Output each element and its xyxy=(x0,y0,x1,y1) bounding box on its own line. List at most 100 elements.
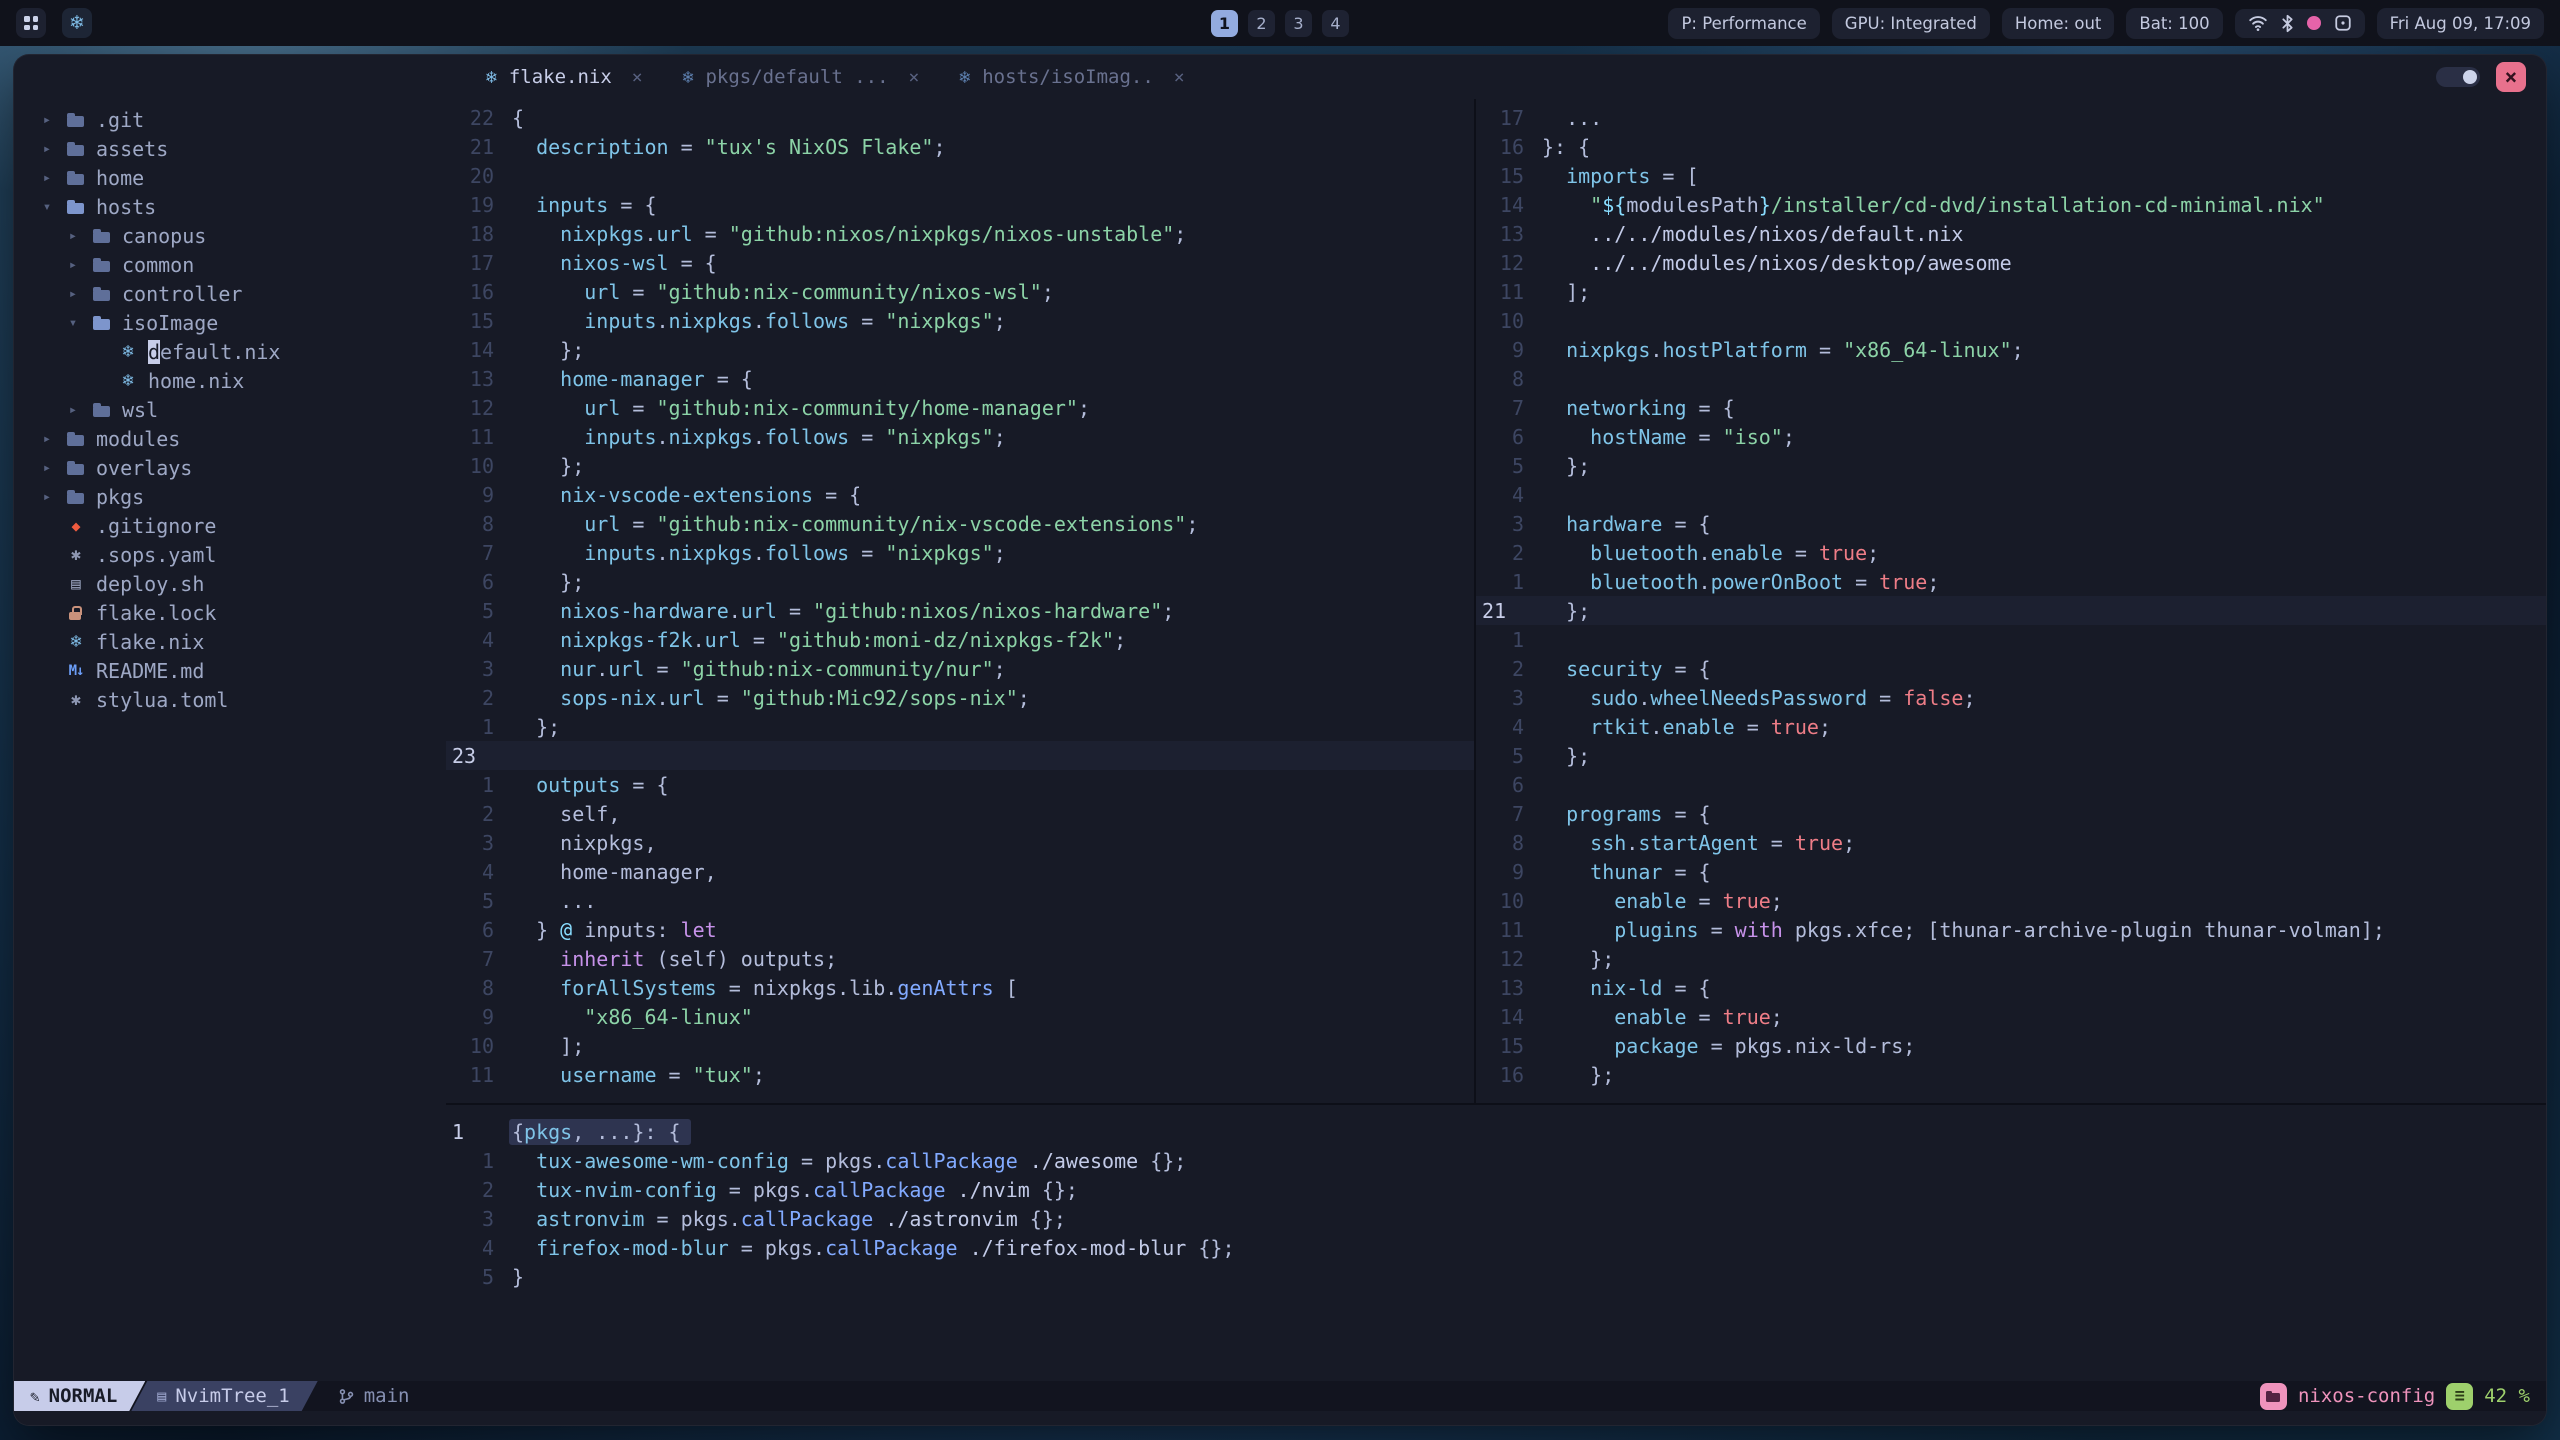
tree-item-deploy-sh[interactable]: ▤ deploy.sh xyxy=(14,569,446,598)
code-line[interactable]: 13 nix-ld = { xyxy=(1476,973,2546,1002)
editor-flake-nix[interactable]: 22{21 description = "tux's NixOS Flake";… xyxy=(446,99,1474,1103)
code-line[interactable]: 2 bluetooth.enable = true; xyxy=(1476,538,2546,567)
code-line[interactable]: 1 }; xyxy=(446,712,1474,741)
tab-pkgs-default-[interactable]: ❄ pkgs/default ... × xyxy=(663,55,940,99)
tree-item-isoImage[interactable]: ▾ isoImage xyxy=(14,308,446,337)
tree-item-modules[interactable]: ▸ modules xyxy=(14,424,446,453)
code-line[interactable]: 5 }; xyxy=(1476,741,2546,770)
code-line[interactable]: 14 "${modulesPath}/installer/cd-dvd/inst… xyxy=(1476,190,2546,219)
gpu-status[interactable]: GPU: Integrated xyxy=(1831,7,1990,39)
code-line[interactable]: 13 home-manager = { xyxy=(446,364,1474,393)
tree-item-home-nix[interactable]: ❄ home.nix xyxy=(14,366,446,395)
tree-item--gitignore[interactable]: ◆ .gitignore xyxy=(14,511,446,540)
tree-item-controller[interactable]: ▸ controller xyxy=(14,279,446,308)
editor-pkgs-default-nix[interactable]: 1 {pkgs, ...}: {1 tux-awesome-wm-config =… xyxy=(446,1105,2546,1381)
code-line[interactable]: 3 sudo.wheelNeedsPassword = false; xyxy=(1476,683,2546,712)
code-line[interactable]: 3 nur.url = "github:nix-community/nur"; xyxy=(446,654,1474,683)
clock[interactable]: Fri Aug 09, 17:09 xyxy=(2376,7,2544,39)
code-line[interactable]: 4 firefox-mod-blur = pkgs.callPackage ./… xyxy=(446,1233,2546,1262)
code-line[interactable]: 16 }; xyxy=(1476,1060,2546,1089)
workspace-button-4[interactable]: 4 xyxy=(1322,9,1349,37)
code-line[interactable]: 19 inputs = { xyxy=(446,190,1474,219)
code-line[interactable]: 10 enable = true; xyxy=(1476,886,2546,915)
tab-close-icon[interactable]: × xyxy=(632,67,643,88)
code-line[interactable]: 22 { xyxy=(446,103,1474,132)
tree-item-assets[interactable]: ▸ assets xyxy=(14,134,446,163)
toggle-switch[interactable] xyxy=(2436,67,2480,87)
tree-item-flake-lock[interactable]: flake.lock xyxy=(14,598,446,627)
code-line[interactable]: 9 "x86_64-linux" xyxy=(446,1002,1474,1031)
code-line[interactable]: 15 imports = [ xyxy=(1476,161,2546,190)
code-line[interactable]: 4 home-manager, xyxy=(446,857,1474,886)
code-line[interactable]: 3 hardware = { xyxy=(1476,509,2546,538)
code-line[interactable]: 6 xyxy=(1476,770,2546,799)
code-line[interactable]: 23 xyxy=(446,741,1474,770)
code-line[interactable]: 3 astronvim = pkgs.callPackage ./astronv… xyxy=(446,1204,2546,1233)
tree-item-home[interactable]: ▸ home xyxy=(14,163,446,192)
code-line[interactable]: 1 {pkgs, ...}: { xyxy=(446,1117,2546,1146)
tree-item-canopus[interactable]: ▸ canopus xyxy=(14,221,446,250)
code-line[interactable]: 13 ../../modules/nixos/default.nix xyxy=(1476,219,2546,248)
code-line[interactable]: 15 package = pkgs.nix-ld-rs; xyxy=(1476,1031,2546,1060)
tree-item--sops-yaml[interactable]: ✱ .sops.yaml xyxy=(14,540,446,569)
editor-iso-image-default-nix[interactable]: 17 ... 16}: {15 imports = [14 "${modulesP… xyxy=(1476,99,2546,1103)
code-line[interactable]: 12 ../../modules/nixos/desktop/awesome xyxy=(1476,248,2546,277)
battery-status[interactable]: Bat: 100 xyxy=(2126,7,2223,39)
code-line[interactable]: 18 nixpkgs.url = "github:nixos/nixpkgs/n… xyxy=(446,219,1474,248)
code-line[interactable]: 2 sops-nix.url = "github:Mic92/sops-nix"… xyxy=(446,683,1474,712)
code-line[interactable]: 10 ]; xyxy=(446,1031,1474,1060)
app-launcher-button[interactable] xyxy=(16,8,46,38)
tree-item-hosts[interactable]: ▾ hosts xyxy=(14,192,446,221)
code-line[interactable]: 21 }; xyxy=(1476,596,2546,625)
code-line[interactable]: 1 tux-awesome-wm-config = pkgs.callPacka… xyxy=(446,1146,2546,1175)
code-line[interactable]: 7 networking = { xyxy=(1476,393,2546,422)
code-line[interactable]: 2 tux-nvim-config = pkgs.callPackage ./n… xyxy=(446,1175,2546,1204)
code-line[interactable]: 3 nixpkgs, xyxy=(446,828,1474,857)
code-line[interactable]: 1 outputs = { xyxy=(446,770,1474,799)
distro-logo-button[interactable]: ❄ xyxy=(62,8,92,38)
code-line[interactable]: 12 }; xyxy=(1476,944,2546,973)
code-line[interactable]: 2 self, xyxy=(446,799,1474,828)
code-line[interactable]: 4 rtkit.enable = true; xyxy=(1476,712,2546,741)
home-status[interactable]: Home: out xyxy=(2001,7,2115,39)
code-line[interactable]: 6 } @ inputs: let xyxy=(446,915,1474,944)
wifi-icon[interactable] xyxy=(2248,14,2268,32)
code-line[interactable]: 6 hostName = "iso"; xyxy=(1476,422,2546,451)
tree-item--git[interactable]: ▸ .git xyxy=(14,105,446,134)
tree-item-common[interactable]: ▸ common xyxy=(14,250,446,279)
window-close-button[interactable]: × xyxy=(2496,62,2526,92)
code-line[interactable]: 14 enable = true; xyxy=(1476,1002,2546,1031)
code-line[interactable]: 10 }; xyxy=(446,451,1474,480)
code-line[interactable]: 12 url = "github:nix-community/home-mana… xyxy=(446,393,1474,422)
code-line[interactable]: 8 forAllSystems = nixpkgs.lib.genAttrs [ xyxy=(446,973,1474,1002)
code-line[interactable]: 9 nix-vscode-extensions = { xyxy=(446,480,1474,509)
code-line[interactable]: 14 }; xyxy=(446,335,1474,364)
tab-close-icon[interactable]: × xyxy=(1174,67,1185,88)
code-line[interactable]: 1 bluetooth.powerOnBoot = true; xyxy=(1476,567,2546,596)
code-line[interactable]: 8 xyxy=(1476,364,2546,393)
workspace-button-1[interactable]: 1 xyxy=(1211,9,1238,37)
accent-dot-icon[interactable] xyxy=(2306,16,2321,30)
code-line[interactable]: 4 xyxy=(1476,480,2546,509)
code-line[interactable]: 4 nixpkgs-f2k.url = "github:moni-dz/nixp… xyxy=(446,625,1474,654)
tab-flake-nix[interactable]: ❄ flake.nix × xyxy=(466,55,663,99)
code-line[interactable]: 11 plugins = with pkgs.xfce; [thunar-arc… xyxy=(1476,915,2546,944)
code-line[interactable]: 2 security = { xyxy=(1476,654,2546,683)
code-line[interactable]: 21 description = "tux's NixOS Flake"; xyxy=(446,132,1474,161)
tree-item-pkgs[interactable]: ▸ pkgs xyxy=(14,482,446,511)
tree-item-wsl[interactable]: ▸ wsl xyxy=(14,395,446,424)
code-line[interactable]: 6 }; xyxy=(446,567,1474,596)
tree-item-default-nix[interactable]: ❄ default.nix xyxy=(14,337,446,366)
code-line[interactable]: 16 url = "github:nix-community/nixos-wsl… xyxy=(446,277,1474,306)
code-line[interactable]: 8 ssh.startAgent = true; xyxy=(1476,828,2546,857)
code-line[interactable]: 5 nixos-hardware.url = "github:nixos/nix… xyxy=(446,596,1474,625)
code-line[interactable]: 1 xyxy=(1476,625,2546,654)
code-line[interactable]: 11 inputs.nixpkgs.follows = "nixpkgs"; xyxy=(446,422,1474,451)
tab-hosts-isoImag-[interactable]: ❄ hosts/isoImag.. × xyxy=(939,55,1204,99)
code-line[interactable]: 15 inputs.nixpkgs.follows = "nixpkgs"; xyxy=(446,306,1474,335)
tab-close-icon[interactable]: × xyxy=(909,67,920,88)
tree-item-overlays[interactable]: ▸ overlays xyxy=(14,453,446,482)
bluetooth-icon[interactable] xyxy=(2281,14,2294,33)
code-line[interactable]: 11 username = "tux"; xyxy=(446,1060,1474,1089)
code-line[interactable]: 20 xyxy=(446,161,1474,190)
